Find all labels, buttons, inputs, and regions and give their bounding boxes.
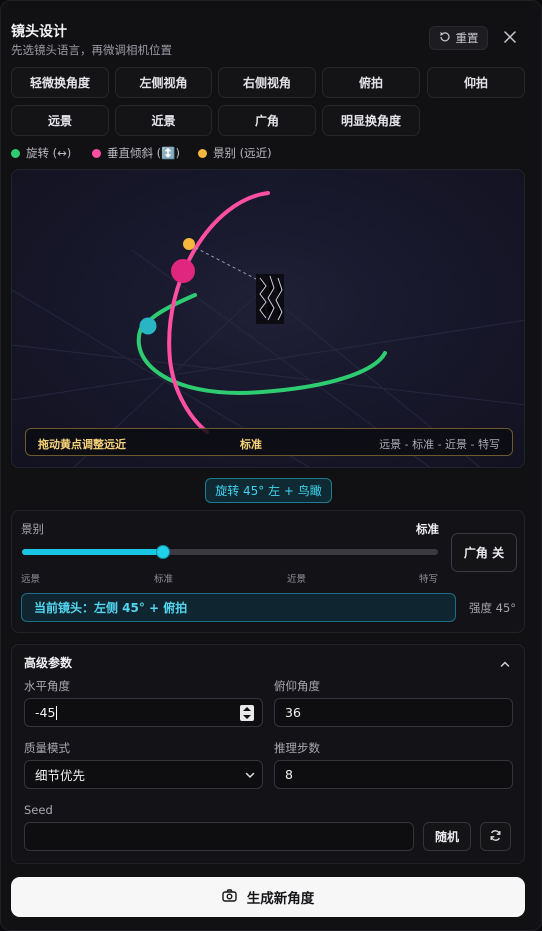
pink-dot-icon — [92, 148, 101, 158]
green-dot-icon — [11, 148, 20, 158]
viewport-current-shot: 标准 — [240, 438, 262, 451]
close-icon — [503, 29, 517, 48]
status-badge: 旋转 45° 左 + 鸟瞰 — [205, 478, 332, 503]
camera-icon — [222, 888, 237, 906]
tilt-handle[interactable] — [171, 259, 195, 283]
horizontal-angle-input[interactable]: -45 — [24, 698, 263, 727]
tick-closeup: 特写 — [419, 574, 439, 585]
legend-distance-label: 景别 (远近) — [213, 146, 272, 160]
preset-wide-angle[interactable]: 广角 — [218, 105, 316, 136]
quality-mode-select[interactable]: 细节优先 — [24, 760, 263, 789]
rotation-handle[interactable] — [139, 317, 157, 335]
shot-slider-thumb[interactable] — [156, 545, 171, 559]
seed-label: Seed — [24, 803, 53, 817]
strength-label: 强度 45° — [469, 601, 517, 615]
tick-far: 远景 — [21, 574, 41, 585]
tick-standard: 标准 — [154, 574, 174, 585]
camera-viewport[interactable]: 拖动黄点调整远近 标准 远景 - 标准 - 近景 - 特写 — [11, 169, 525, 468]
shot-section: 景别 标准 远景 标准 近景 特写 广角 关 当前镜头：左侧 45° + 俯拍 … — [11, 510, 525, 633]
preset-slight-angle[interactable]: 轻微换角度 — [11, 67, 109, 98]
preset-left-view[interactable]: 左侧视角 — [115, 67, 212, 98]
inference-steps-input[interactable]: 8 — [274, 760, 513, 789]
pitch-angle-label: 俯仰角度 — [274, 679, 320, 693]
camera-gizmo[interactable] — [12, 170, 525, 468]
preset-obvious-angle[interactable]: 明显换角度 — [322, 105, 420, 136]
close-button[interactable] — [500, 28, 520, 48]
legend-tilt: 垂直倾斜 (↕️) — [92, 145, 180, 161]
horizontal-angle-label: 水平角度 — [24, 679, 70, 693]
inference-steps-label: 推理步数 — [274, 741, 320, 755]
viewport-scale: 远景 - 标准 - 近景 - 特写 — [379, 438, 500, 451]
horizontal-angle-value: -45 — [35, 705, 56, 720]
chevron-down-icon — [244, 769, 256, 784]
number-stepper[interactable] — [240, 705, 254, 721]
pitch-angle-value: 36 — [285, 705, 301, 720]
generate-button[interactable]: 生成新角度 — [11, 877, 525, 917]
tick-near: 近景 — [287, 574, 307, 585]
yellow-dot-icon — [198, 148, 207, 158]
advanced-section: 高级参数 水平角度 -45 俯仰角度 36 质量模式 细节优先 推理步数 8 S… — [11, 644, 525, 864]
text-caret — [56, 705, 58, 720]
shot-label: 景别 — [21, 522, 44, 536]
pitch-angle-input[interactable]: 36 — [274, 698, 513, 727]
refresh-icon — [489, 829, 502, 845]
quality-mode-value: 细节优先 — [35, 768, 86, 783]
reset-label: 重置 — [455, 31, 479, 45]
shot-value: 标准 — [416, 522, 439, 536]
legend-distance: 景别 (远近) — [198, 145, 272, 161]
quality-mode-label: 质量模式 — [24, 741, 70, 755]
legend-tilt-label: 垂直倾斜 (↕️) — [107, 146, 180, 160]
legend-rotate-label: 旋转 (↔) — [26, 146, 72, 160]
reset-button[interactable]: 重置 — [429, 26, 488, 50]
seed-input[interactable] — [24, 822, 414, 851]
inference-steps-value: 8 — [285, 767, 293, 782]
refresh-button[interactable] — [480, 822, 511, 851]
generate-label: 生成新角度 — [246, 891, 315, 907]
legend-rotate: 旋转 (↔) — [11, 145, 71, 161]
advanced-title: 高级参数 — [24, 656, 73, 670]
panel-subtitle: 先选镜头语言，再微调相机位置 — [11, 43, 172, 57]
distance-handle[interactable] — [183, 238, 195, 250]
wide-angle-toggle[interactable]: 广角 关 — [451, 533, 517, 572]
shot-slider-fill — [22, 549, 164, 555]
camera-design-panel: 镜头设计 先选镜头语言，再微调相机位置 重置 轻微换角度 左侧视角 右侧视角 俯… — [0, 0, 542, 931]
reset-icon — [439, 31, 451, 46]
preset-high-angle[interactable]: 俯拍 — [322, 67, 420, 98]
tilt-ring[interactable] — [167, 191, 270, 434]
random-seed-button[interactable]: 随机 — [423, 822, 471, 851]
preset-low-angle[interactable]: 仰拍 — [427, 67, 525, 98]
preset-close-shot[interactable]: 近景 — [115, 105, 212, 136]
viewport-hint-bar: 拖动黄点调整远近 标准 远景 - 标准 - 近景 - 特写 — [25, 428, 513, 456]
collapse-chevron-icon[interactable] — [499, 655, 511, 674]
subject-image — [256, 274, 284, 324]
preset-right-view[interactable]: 右侧视角 — [218, 67, 316, 98]
camera-sightline — [189, 244, 259, 281]
shot-slider[interactable] — [22, 545, 438, 559]
panel-title: 镜头设计 — [11, 24, 67, 40]
preset-long-shot[interactable]: 远景 — [11, 105, 109, 136]
viewport-hint: 拖动黄点调整远近 — [38, 438, 126, 451]
current-shot-display: 当前镜头：左侧 45° + 俯拍 — [21, 593, 456, 622]
